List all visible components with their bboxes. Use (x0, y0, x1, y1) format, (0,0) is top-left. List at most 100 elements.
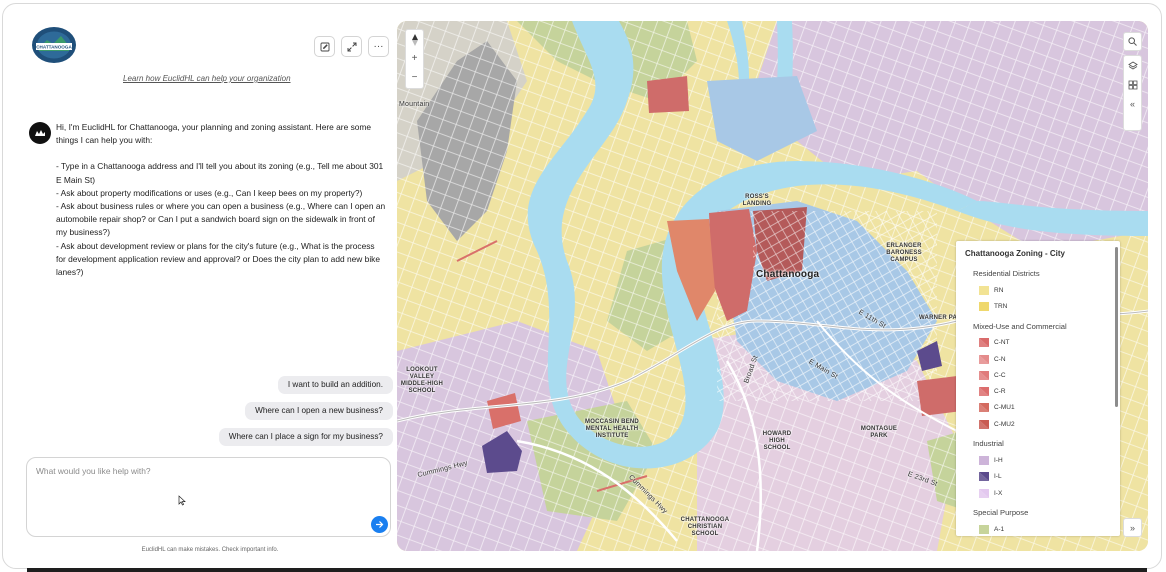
map-label: ERLANGER BARONESS CAMPUS (886, 243, 922, 263)
layers-icon (1127, 60, 1138, 70)
assistant-bullet: - Ask about development review or plans … (56, 240, 381, 278)
map-label: Mountain (399, 101, 430, 108)
expand-panel-button[interactable]: » (1124, 519, 1141, 536)
chat-input[interactable] (27, 458, 390, 518)
legend-item: C-MU1 (956, 400, 1120, 416)
taskbar-strip (27, 568, 1147, 572)
collapse-button[interactable]: « (1124, 94, 1141, 113)
disclaimer: EuclidHL can make mistakes. Check import… (141, 547, 279, 553)
zoom-out-button[interactable]: − (406, 68, 423, 87)
legend-group-heading: Mixed-Use and Commercial (973, 321, 1067, 331)
legend-item: I-L (956, 469, 1120, 485)
app-frame: CHATTANOOGA ··· Learn how EuclidHL can h… (2, 3, 1162, 569)
learn-more-link[interactable]: Learn how EuclidHL can help your organiz… (123, 74, 291, 83)
send-button[interactable] (371, 516, 388, 533)
chat-toolbar: ··· (314, 36, 389, 57)
assistant-intro: Hi, I'm EuclidHL for Chattanooga, your p… (56, 122, 372, 146)
suggestion-chip[interactable]: Where can I open a new business? (245, 402, 393, 420)
more-icon: ··· (373, 40, 384, 52)
legend-title: Chattanooga Zoning - City (965, 249, 1065, 258)
chevron-double-right-icon: » (1129, 522, 1135, 533)
legend-swatch (979, 301, 989, 311)
compass-icon (411, 33, 418, 46)
chat-panel: CHATTANOOGA ··· Learn how EuclidHL can h… (3, 4, 397, 568)
assistant-logo-icon (35, 130, 45, 136)
legend-swatch (979, 338, 989, 348)
layers-button[interactable] (1124, 56, 1141, 75)
legend-item: I-X (956, 485, 1120, 501)
legend-item: TRN (956, 298, 1120, 314)
legend-item: C-NT (956, 335, 1120, 351)
expand-button[interactable] (341, 36, 362, 57)
legend-item: C-N (956, 351, 1120, 367)
legend-scrollbar[interactable] (1115, 247, 1118, 407)
legend-item-label: C-MU2 (994, 420, 1015, 428)
legend-item-label: C-N (994, 355, 1006, 363)
legend-item-label: C-C (994, 371, 1006, 379)
city-logo: CHATTANOOGA (31, 26, 77, 64)
legend-swatch (979, 354, 989, 364)
logo-text: CHATTANOOGA (36, 45, 72, 50)
legend-swatch (979, 387, 989, 397)
legend-group-heading: Industrial (973, 439, 1004, 449)
side-handle[interactable] (1161, 344, 1162, 358)
map-widget-controls: « (1123, 55, 1142, 131)
assistant-bullet: - Ask about business rules or where you … (56, 201, 386, 238)
edit-icon (320, 42, 329, 51)
legend-item-label: A-1 (994, 525, 1005, 533)
map-search-control (1123, 32, 1142, 51)
zoom-in-button[interactable]: + (406, 49, 423, 68)
legend-item: RN (956, 282, 1120, 298)
legend-item: C-R (956, 383, 1120, 399)
legend-swatch (979, 403, 989, 413)
legend-swatch (979, 456, 989, 466)
assistant-bullet: - Type in a Chattanooga address and I'll… (56, 161, 384, 185)
minus-icon: − (411, 72, 418, 83)
suggestion-chip[interactable]: Where can I place a sign for my business… (218, 428, 393, 446)
zoning-legend[interactable]: Chattanooga Zoning - City Residential Di… (956, 241, 1120, 536)
legend-item-label: TRN (994, 302, 1008, 310)
legend-swatch (979, 488, 989, 498)
legend-item-label: RN (994, 286, 1004, 294)
assistant-message: Hi, I'm EuclidHL for Chattanooga, your p… (56, 121, 386, 279)
map-search-button[interactable] (1124, 33, 1141, 50)
legend-swatch (979, 370, 989, 380)
legend-item: C-MU2 (956, 416, 1120, 432)
basemap-button[interactable] (1124, 75, 1141, 94)
map-expand-control: » (1123, 518, 1142, 537)
legend-item-label: C-MU1 (994, 404, 1015, 412)
map-label: MONTAGUE PARK (860, 426, 898, 439)
suggestion-chip[interactable]: I want to build an addition. (277, 376, 393, 394)
legend-swatch (979, 472, 989, 482)
mouse-cursor-icon (178, 495, 186, 509)
more-options-button[interactable]: ··· (368, 36, 389, 57)
compass-button[interactable] (406, 30, 423, 49)
legend-item-label: I-X (994, 489, 1003, 497)
map-label-city: Chattanooga (756, 269, 820, 280)
assistant-bullet: - Ask about property modifications or us… (56, 187, 363, 198)
chevron-double-left-icon: « (1129, 98, 1135, 109)
suggestion-list: I want to build an addition. Where can I… (218, 376, 393, 446)
legend-item-label: I-H (994, 457, 1003, 465)
map-label: ROSS'S LANDING (742, 194, 772, 207)
legend-item-label: C-R (994, 388, 1006, 396)
chat-input-box (26, 457, 391, 537)
grid-icon (1128, 80, 1137, 89)
arrow-right-icon (376, 521, 384, 528)
legend-item: C-C (956, 367, 1120, 383)
legend-item-label: I-L (994, 473, 1002, 481)
zoning-map[interactable]: Mountain ROSS'S LANDING Chattanooga ERLA… (397, 21, 1148, 551)
plus-icon: + (411, 53, 418, 64)
map-zoom-controls: + − (405, 29, 424, 89)
map-label: HOWARD HIGH SCHOOL (762, 431, 792, 451)
legend-swatch (979, 285, 989, 295)
legend-item: A-1 (956, 521, 1120, 536)
legend-group-heading: Residential Districts (973, 269, 1040, 278)
legend-item-label: C-NT (994, 339, 1010, 347)
assistant-avatar (29, 122, 51, 144)
expand-icon (347, 42, 356, 51)
legend-swatch (979, 524, 989, 534)
edit-button[interactable] (314, 36, 335, 57)
map-label: CHATTANOOGA CHRISTIAN SCHOOL (680, 517, 730, 537)
legend-body: Residential Districts RN TRN Mixed-Use and … (956, 262, 1120, 536)
